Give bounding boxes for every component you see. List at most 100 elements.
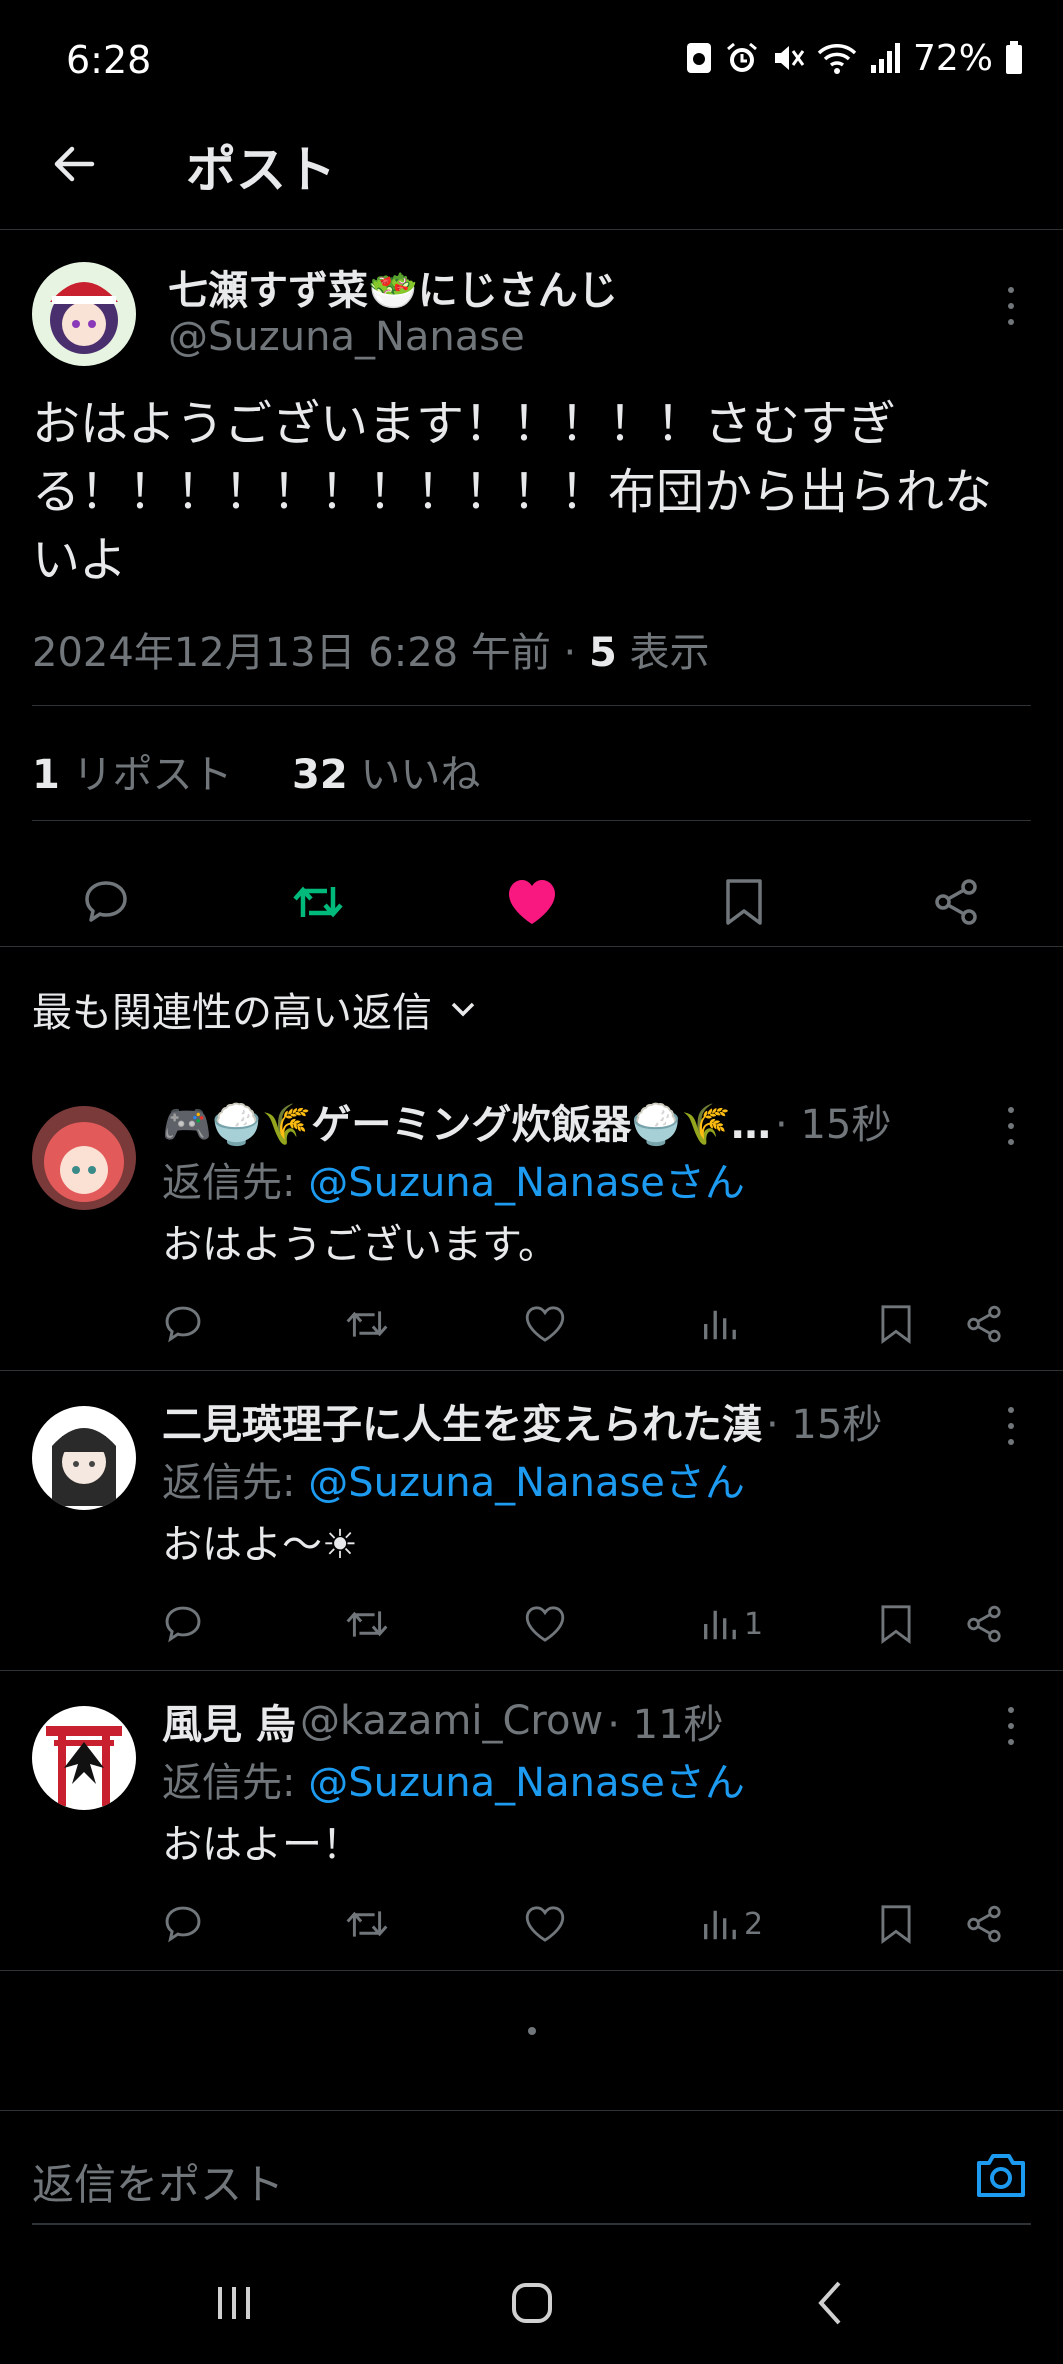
reply-item[interactable]: 二見瑛理子に人生を変えられた漢 · 15秒 返信先: @Suzuna_Nanas…	[0, 1370, 1063, 1670]
reply-composer: 返信をポスト	[0, 2110, 1063, 2226]
like-button[interactable]	[524, 1296, 566, 1352]
reply-time: · 15秒	[775, 1102, 892, 1148]
reply-to: 返信先: @Suzuna_Nanaseさん	[162, 1150, 745, 1208]
status-icons: 72%	[685, 36, 1023, 80]
repost-button[interactable]	[288, 872, 348, 932]
reply-button[interactable]	[162, 1596, 204, 1652]
sim-icon	[686, 43, 711, 73]
heart-icon	[525, 1906, 565, 1942]
divider	[32, 705, 1031, 706]
reply-sort-dropdown[interactable]: 最も関連性の高い返信	[32, 980, 478, 1038]
repost-button[interactable]	[344, 1596, 390, 1652]
camera-icon	[977, 2154, 1025, 2197]
author-handle[interactable]: @Suzuna_Nanase	[168, 314, 525, 360]
battery-icon	[1006, 41, 1022, 74]
bookmark-icon	[881, 1305, 911, 1345]
system-nav-bar	[0, 2240, 1063, 2364]
reposts-count: 1	[32, 752, 60, 798]
author-name[interactable]: 七瀬すず菜🥗にじさんじ	[168, 258, 618, 316]
reply-button[interactable]	[162, 1896, 204, 1952]
bookmark-icon	[881, 1605, 911, 1645]
views-label: 表示	[616, 630, 710, 676]
reply-text: おはよ〜☀	[162, 1522, 358, 1568]
reply-author-name[interactable]: 二見瑛理子に人生を変えられた漢	[162, 1392, 762, 1450]
share-icon	[967, 1605, 1001, 1643]
bookmark-button[interactable]	[878, 1596, 914, 1652]
home-button[interactable]	[492, 2276, 572, 2330]
recents-button[interactable]	[194, 2276, 274, 2330]
reply-button[interactable]	[76, 872, 136, 932]
reply-to-mention[interactable]: @Suzuna_Nanaseさん	[308, 1160, 745, 1206]
reply-button[interactable]	[162, 1296, 204, 1352]
repost-icon	[346, 1611, 388, 1637]
analytics-icon	[704, 1910, 736, 1940]
heart-icon	[525, 1306, 565, 1342]
bookmark-button[interactable]	[878, 1896, 914, 1952]
more-options-button[interactable]	[996, 1402, 1026, 1450]
views-button[interactable]: 2	[700, 1896, 763, 1952]
repost-button[interactable]	[344, 1296, 390, 1352]
share-icon	[935, 879, 977, 925]
system-back-button[interactable]	[790, 2276, 870, 2330]
avatar[interactable]	[32, 1406, 136, 1510]
wifi-icon	[817, 44, 857, 74]
avatar[interactable]	[32, 1706, 136, 1810]
share-button[interactable]	[964, 1296, 1004, 1352]
share-button[interactable]	[964, 1896, 1004, 1952]
repost-icon	[293, 886, 343, 918]
reposts-stat[interactable]: 1 リポスト	[32, 752, 233, 798]
reply-to-mention[interactable]: @Suzuna_Nanaseさん	[308, 1760, 745, 1806]
like-button[interactable]	[502, 872, 562, 932]
reply-to: 返信先: @Suzuna_Nanaseさん	[162, 1450, 745, 1508]
post-action-bar	[0, 852, 1063, 942]
divider	[32, 2223, 1031, 2225]
bookmark-button[interactable]	[878, 1296, 914, 1352]
likes-stat[interactable]: 32 いいね	[292, 752, 480, 798]
reply-icon	[85, 881, 127, 922]
repost-icon	[346, 1911, 388, 1937]
top-app-bar: ポスト	[0, 120, 1063, 230]
reply-item[interactable]: 風見 烏 @kazami_Crow · 11秒 返信先: @Suzuna_Nan…	[0, 1670, 1063, 1970]
reply-handle[interactable]: @kazami_Crow	[300, 1698, 603, 1744]
analytics-icon	[704, 1310, 736, 1340]
avatar[interactable]	[32, 1106, 136, 1210]
more-options-button[interactable]	[996, 282, 1026, 330]
post-meta: 2024年12月13日 6:28 午前 · 5 表示	[32, 620, 710, 678]
divider	[0, 946, 1063, 947]
heart-icon	[525, 1606, 565, 1642]
reply-time: · 11秒	[607, 1702, 724, 1748]
recents-icon	[218, 2287, 250, 2319]
reply-icon	[165, 1306, 201, 1343]
chevron-down-icon	[451, 1002, 475, 1017]
likes-count: 32	[292, 752, 348, 798]
reply-author-name[interactable]: 🎮🍚🌾ゲーミング炊飯器🍚🌾…	[162, 1092, 771, 1150]
views-button[interactable]	[700, 1296, 744, 1352]
repost-button[interactable]	[344, 1896, 390, 1952]
reply-input[interactable]: 返信をポスト	[32, 2151, 284, 2212]
camera-button[interactable]	[973, 2147, 1029, 2203]
chevron-left-icon	[818, 2281, 841, 2325]
status-bar: 6:28 72%	[0, 0, 1063, 120]
alarm-icon	[727, 42, 757, 72]
reply-author-name[interactable]: 風見 烏	[162, 1692, 296, 1750]
arrow-left-icon	[54, 146, 95, 182]
avatar[interactable]	[32, 262, 136, 366]
more-options-button[interactable]	[996, 1702, 1026, 1750]
reply-action-bar: 2	[0, 1896, 1063, 1952]
reply-to-label: 返信先:	[162, 1460, 309, 1506]
views-button[interactable]: 1	[700, 1596, 763, 1652]
page-title: ポスト	[186, 141, 336, 199]
like-button[interactable]	[524, 1596, 566, 1652]
share-icon	[967, 1305, 1001, 1343]
share-button[interactable]	[964, 1596, 1004, 1652]
like-button[interactable]	[524, 1896, 566, 1952]
heart-filled-icon	[509, 880, 555, 924]
reply-to-mention[interactable]: @Suzuna_Nanaseさん	[308, 1460, 745, 1506]
share-button[interactable]	[926, 872, 986, 932]
back-button[interactable]	[44, 134, 104, 194]
reply-item[interactable]: 🎮🍚🌾ゲーミング炊飯器🍚🌾… · 15秒 返信先: @Suzuna_Nanase…	[0, 1070, 1063, 1370]
bookmark-button[interactable]	[714, 872, 774, 932]
reply-action-bar: 1	[0, 1596, 1063, 1652]
more-options-button[interactable]	[996, 1102, 1026, 1150]
home-icon	[512, 2283, 552, 2323]
